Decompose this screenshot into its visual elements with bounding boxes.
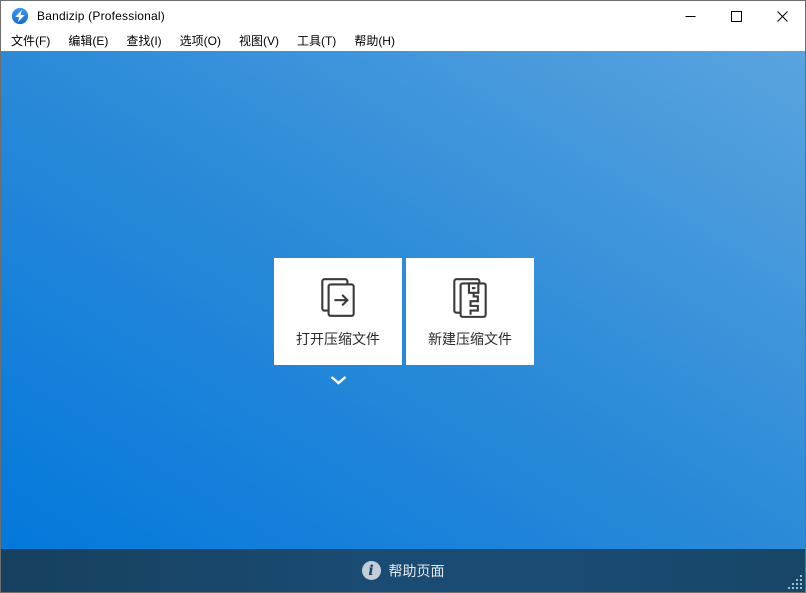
help-page-button[interactable]: i 帮助页面 — [1, 549, 805, 592]
menu-edit[interactable]: 编辑(E) — [59, 31, 117, 51]
menu-view[interactable]: 视图(V) — [230, 31, 288, 51]
bandizip-logo-icon — [11, 7, 29, 25]
open-archive-label: 打开压缩文件 — [296, 329, 380, 349]
open-archive-icon — [315, 274, 361, 320]
menu-options[interactable]: 选项(O) — [171, 31, 230, 51]
menu-help[interactable]: 帮助(H) — [345, 31, 404, 51]
maximize-icon — [731, 11, 742, 22]
expand-more-button[interactable] — [320, 372, 356, 388]
bandizip-window: Bandizip (Professional) 文件(F) 编辑 — [0, 0, 806, 593]
new-archive-icon — [447, 274, 493, 320]
open-archive-button[interactable]: 打开压缩文件 — [274, 258, 402, 365]
close-icon — [777, 11, 788, 22]
menubar: 文件(F) 编辑(E) 查找(I) 选项(O) 视图(V) 工具(T) 帮助(H… — [1, 31, 805, 51]
window-title: Bandizip (Professional) — [37, 9, 165, 23]
main-workspace: 打开压缩文件 新建压缩文件 — [1, 51, 805, 551]
menu-find[interactable]: 查找(I) — [117, 31, 170, 51]
chevron-down-icon — [330, 376, 347, 385]
new-archive-button[interactable]: 新建压缩文件 — [406, 258, 534, 365]
maximize-button[interactable] — [713, 1, 759, 31]
help-page-label: 帮助页面 — [389, 561, 445, 581]
resize-grip-icon[interactable] — [788, 575, 802, 589]
minimize-button[interactable] — [667, 1, 713, 31]
titlebar: Bandizip (Professional) — [1, 1, 805, 31]
menu-tools[interactable]: 工具(T) — [288, 31, 345, 51]
minimize-icon — [685, 11, 696, 22]
close-button[interactable] — [759, 1, 805, 31]
tile-row: 打开压缩文件 新建压缩文件 — [274, 258, 534, 365]
new-archive-label: 新建压缩文件 — [428, 329, 512, 349]
menu-file[interactable]: 文件(F) — [2, 31, 59, 51]
window-controls — [667, 1, 805, 31]
info-icon: i — [362, 561, 381, 580]
